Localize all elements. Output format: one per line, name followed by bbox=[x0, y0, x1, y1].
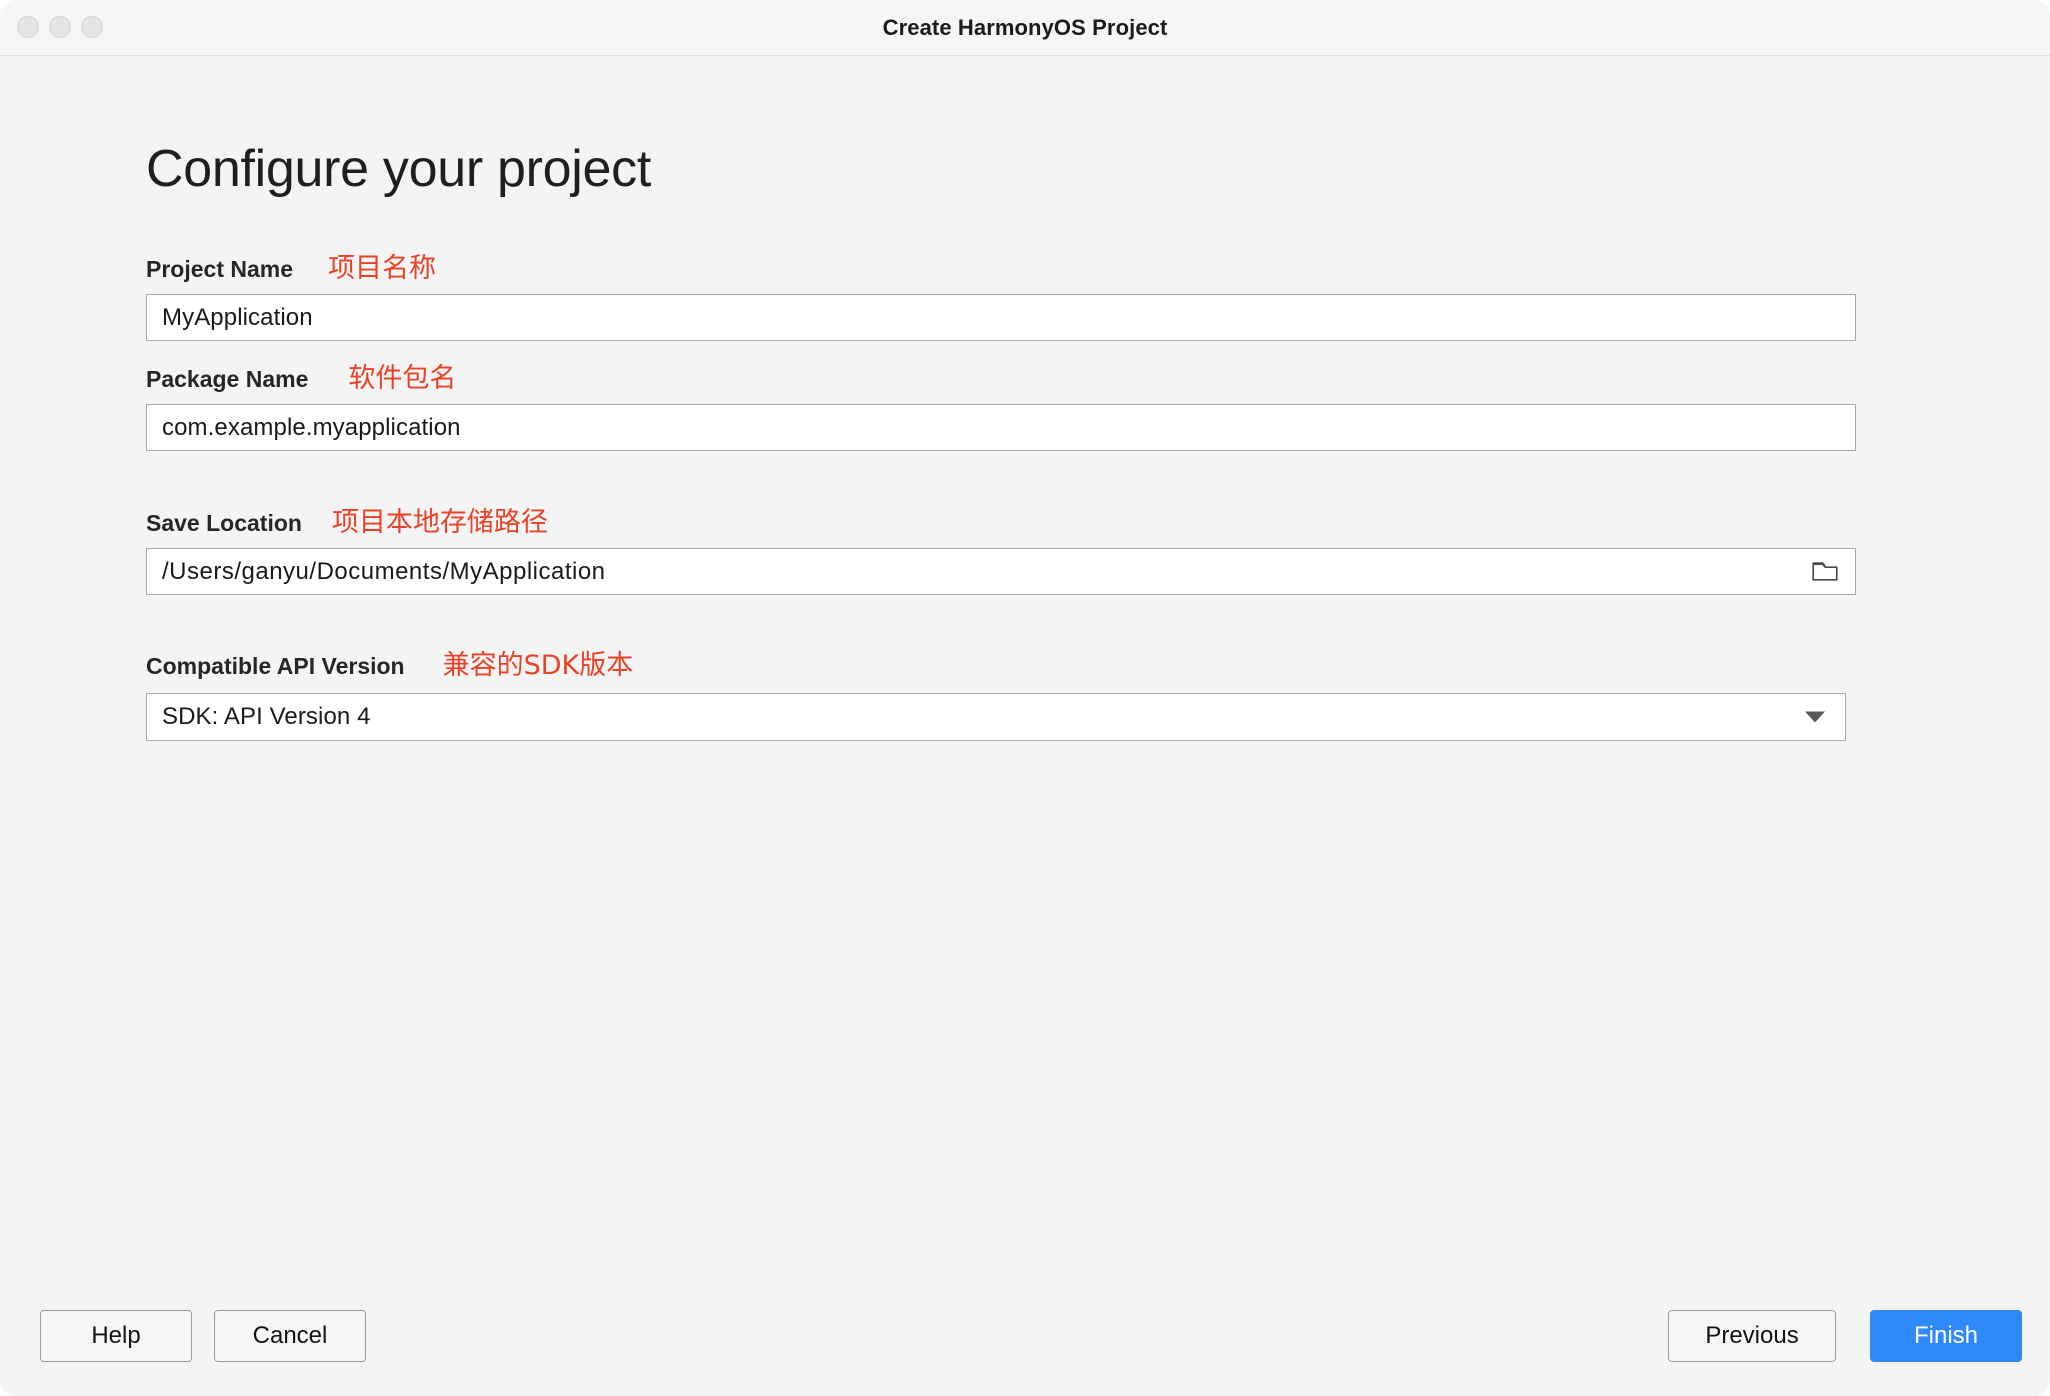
create-harmonyos-project-dialog: Create HarmonyOS Project Configure your … bbox=[0, 0, 2050, 1396]
save-location-value: /Users/ganyu/Documents/MyApplication bbox=[162, 557, 606, 585]
field-header: Package Name 软件包名 bbox=[146, 356, 1856, 394]
window-title: Create HarmonyOS Project bbox=[882, 15, 1168, 40]
save-location-input[interactable]: /Users/ganyu/Documents/MyApplication bbox=[146, 548, 1856, 595]
cancel-button[interactable]: Cancel bbox=[214, 1310, 366, 1362]
field-project-name: Project Name 项目名称 MyApplication bbox=[146, 246, 1856, 341]
finish-button[interactable]: Finish bbox=[1870, 1310, 2022, 1362]
help-button[interactable]: Help bbox=[40, 1310, 192, 1362]
field-compatible-api-version: Compatible API Version 兼容的SDK版本 SDK: API… bbox=[146, 643, 1856, 741]
package-name-input[interactable]: com.example.myapplication bbox=[146, 404, 1856, 451]
field-label-save-location: Save Location bbox=[146, 510, 302, 536]
annotation-package-name: 软件包名 bbox=[348, 363, 457, 394]
field-header: Project Name 项目名称 bbox=[146, 246, 1856, 284]
field-save-location: Save Location 项目本地存储路径 /Users/ganyu/Docu… bbox=[146, 500, 1856, 595]
previous-button[interactable]: Previous bbox=[1668, 1310, 1836, 1362]
compatible-api-version-value: SDK: API Version 4 bbox=[162, 703, 371, 730]
dialog-footer: Help Cancel Previous Finish bbox=[0, 1276, 2050, 1396]
window-titlebar: Create HarmonyOS Project bbox=[0, 0, 2050, 56]
field-label-compatible-api-version: Compatible API Version bbox=[146, 653, 405, 679]
page-title: Configure your project bbox=[146, 140, 651, 198]
project-name-input[interactable]: MyApplication bbox=[146, 294, 1856, 341]
chevron-down-icon[interactable] bbox=[1805, 711, 1825, 723]
annotation-compatible-api-version: 兼容的SDK版本 bbox=[442, 650, 634, 681]
field-label-project-name: Project Name bbox=[146, 256, 294, 282]
field-header: Compatible API Version 兼容的SDK版本 bbox=[146, 643, 1856, 681]
annotation-project-name: 项目名称 bbox=[328, 253, 437, 284]
compatible-api-version-select[interactable]: SDK: API Version 4 bbox=[146, 693, 1846, 741]
field-package-name: Package Name 软件包名 com.example.myapplicat… bbox=[146, 356, 1856, 451]
project-name-value: MyApplication bbox=[162, 303, 313, 331]
dialog-content: Configure your project Project Name 项目名称… bbox=[0, 56, 2050, 1396]
folder-icon[interactable] bbox=[1812, 561, 1838, 583]
field-label-package-name: Package Name bbox=[146, 366, 309, 392]
package-name-value: com.example.myapplication bbox=[162, 413, 461, 441]
annotation-save-location: 项目本地存储路径 bbox=[331, 507, 548, 538]
field-header: Save Location 项目本地存储路径 bbox=[146, 500, 1856, 538]
